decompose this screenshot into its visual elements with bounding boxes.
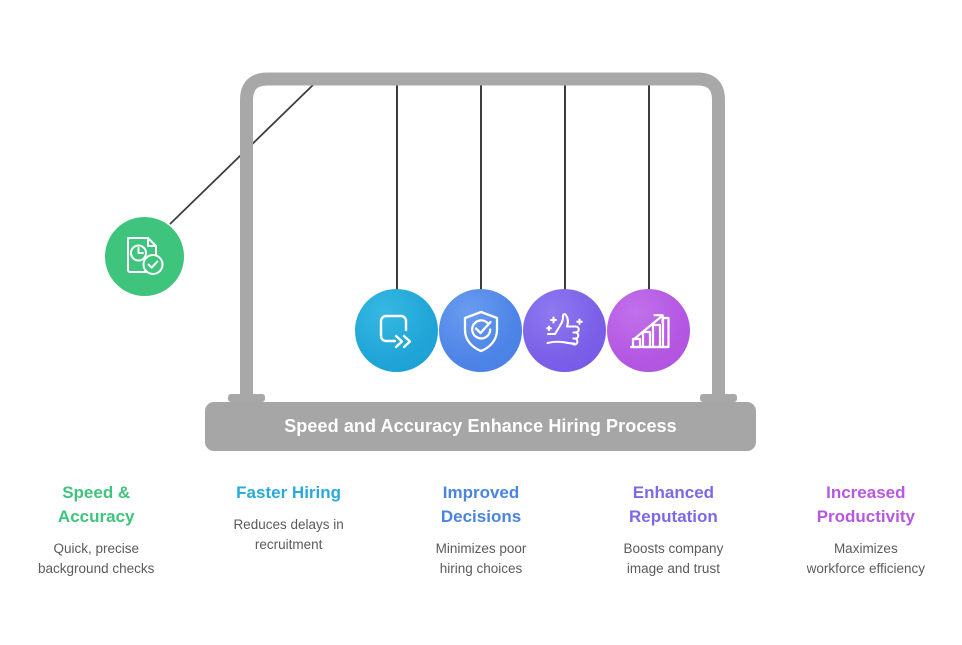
caption-improved-decisions: Improved Decisions Minimizes poor hiring…	[385, 481, 577, 579]
document-clock-check-icon	[126, 236, 163, 275]
shield-check-icon	[463, 310, 498, 352]
caption-description: Boosts company image and trust	[623, 541, 724, 576]
caption-description: Quick, precise background checks	[38, 541, 155, 576]
ball-speed-accuracy[interactable]	[105, 217, 184, 296]
caption-title: Increased Productivity	[816, 483, 915, 526]
ball-faster-hiring[interactable]	[355, 289, 438, 372]
caption-enhanced-reputation: Enhanced Reputation Boosts company image…	[577, 481, 769, 579]
caption-speed-accuracy: Speed & Accuracy Quick, precise backgrou…	[0, 481, 192, 579]
banner: Speed and Accuracy Enhance Hiring Proces…	[205, 402, 756, 451]
thumbs-up-sparkle-icon	[545, 312, 583, 346]
bar-chart-growth-icon	[629, 313, 670, 348]
cradle-foot-left	[228, 394, 265, 402]
ball-increased-productivity[interactable]	[607, 289, 690, 372]
ball-improved-decisions[interactable]	[439, 289, 522, 372]
caption-title: Enhanced Reputation	[629, 483, 718, 526]
caption-increased-productivity: Increased Productivity Maximizes workfor…	[770, 481, 962, 579]
caption-description: Maximizes workforce efficiency	[806, 541, 925, 576]
fast-forward-arrow-icon	[379, 314, 411, 348]
infographic-canvas: Speed and Accuracy Enhance Hiring Proces…	[0, 0, 962, 645]
caption-title: Improved Decisions	[440, 483, 522, 526]
caption-faster-hiring: Faster Hiring Reduces delays in recruitm…	[192, 481, 384, 579]
caption-title: Faster Hiring	[236, 483, 342, 502]
cradle-foot-right	[700, 394, 737, 402]
ball-enhanced-reputation[interactable]	[523, 289, 606, 372]
banner-text: Speed and Accuracy Enhance Hiring Proces…	[284, 416, 677, 436]
caption-description: Minimizes poor hiring choices	[435, 541, 527, 576]
caption-description: Reduces delays in recruitment	[233, 517, 344, 552]
caption-title: Speed & Accuracy	[57, 483, 135, 526]
caption-row: Speed & Accuracy Quick, precise backgrou…	[0, 481, 962, 579]
